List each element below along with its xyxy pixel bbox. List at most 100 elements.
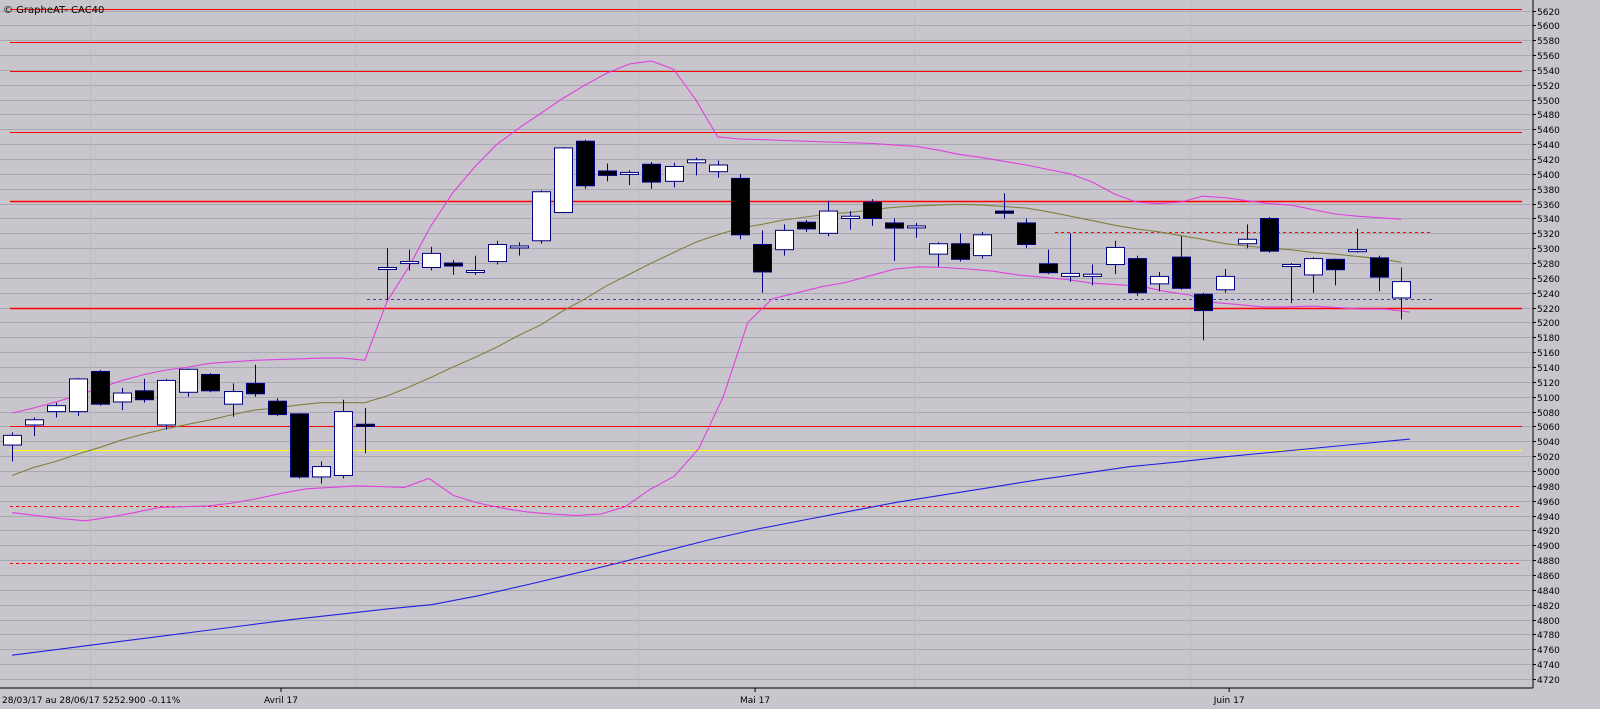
candle-body-up (179, 368, 198, 393)
y-tick-label: 5320 (1537, 230, 1560, 240)
candle-body-down (1260, 217, 1279, 252)
candle-body-up (1150, 275, 1169, 285)
y-tick-label: 4760 (1537, 646, 1560, 656)
candle-body-down (1017, 222, 1036, 245)
candle (91, 370, 110, 406)
candle-body-down (576, 140, 595, 187)
candle-body-up (312, 466, 331, 478)
candle-body-up (1392, 281, 1411, 299)
y-tick-label: 5220 (1537, 305, 1560, 315)
candlestick-chart: 4720 4740 4760 4780 4800 4820 4840 4860 4880 4900… (0, 0, 1600, 709)
candle-body-down (753, 243, 772, 273)
candle (201, 372, 220, 393)
y-tick-label: 5480 (1537, 111, 1560, 121)
y-tick-label: 5600 (1537, 22, 1560, 32)
y-tick-label: 5280 (1537, 260, 1560, 270)
candle-body-up (224, 391, 243, 405)
y-tick-label: 4980 (1537, 483, 1560, 493)
candle (69, 378, 88, 417)
candle-body-up (378, 267, 397, 271)
candle-body-up (25, 419, 44, 426)
y-tick-label: 5500 (1537, 97, 1560, 107)
candle-body-down (356, 423, 375, 427)
candle (334, 399, 353, 479)
y-tick-label: 4740 (1537, 661, 1560, 671)
y-tick-label: 5520 (1537, 82, 1560, 92)
candle-body-up (488, 243, 507, 263)
candle-body-up (532, 191, 551, 242)
y-tick-label: 5040 (1537, 438, 1560, 448)
candle (576, 139, 595, 189)
y-tick-label: 4900 (1537, 542, 1560, 552)
candle-body-down (246, 382, 265, 395)
candle (179, 368, 198, 397)
y-tick-label: 4960 (1537, 498, 1560, 508)
candle (290, 413, 309, 479)
candle-body-down (201, 373, 220, 392)
y-tick-label: 4800 (1537, 617, 1560, 627)
candle-body-down (1128, 258, 1147, 294)
candle-body-up (1216, 275, 1235, 291)
candle (731, 173, 750, 240)
candle-body-up (819, 210, 838, 234)
candle-body-down (135, 390, 154, 401)
candle-body-down (1326, 258, 1345, 271)
y-tick-label: 5420 (1537, 156, 1560, 166)
candle-body-up (929, 243, 948, 255)
y-tick-label: 5200 (1537, 319, 1560, 329)
month-label: Juin 17 (1213, 696, 1245, 706)
candle (973, 231, 992, 259)
candle-body-up (3, 434, 22, 446)
y-tick-label: 5140 (1537, 364, 1560, 374)
candle-body-up (1348, 249, 1367, 253)
y-tick-label: 5260 (1537, 275, 1560, 285)
y-tick-label: 4860 (1537, 572, 1560, 582)
candle-body-down (797, 221, 816, 230)
y-tick-label: 4720 (1537, 676, 1560, 686)
candle-body-up (665, 165, 684, 182)
candle-body-up (907, 225, 926, 229)
month-label: Avril 17 (264, 696, 298, 706)
candle-body-down (951, 243, 970, 260)
candle-body-down (91, 370, 110, 405)
candle-body-down (642, 163, 661, 183)
y-tick-label: 5160 (1537, 349, 1560, 359)
y-tick-label: 5180 (1537, 334, 1560, 344)
candle-body-up (510, 245, 529, 249)
candle (488, 240, 507, 265)
candle-body-down (290, 413, 309, 478)
candle-body-up (400, 261, 419, 265)
y-tick-label: 4840 (1537, 587, 1560, 597)
y-tick-label: 5440 (1537, 141, 1560, 151)
y-tick-label: 5560 (1537, 52, 1560, 62)
y-tick-label: 4820 (1537, 602, 1560, 612)
y-tick-label: 5540 (1537, 67, 1560, 77)
candle-body-down (1172, 256, 1191, 289)
candle-body-up (973, 234, 992, 257)
candle-body-up (709, 164, 728, 173)
y-tick-label: 5580 (1537, 37, 1560, 47)
y-tick-label: 4920 (1537, 527, 1560, 537)
y-tick-label: 4940 (1537, 513, 1560, 523)
candle (1260, 216, 1279, 253)
candle-body-up (422, 252, 441, 269)
candle-body-down (1370, 257, 1389, 278)
y-tick-label: 5460 (1537, 126, 1560, 136)
candle-body-up (1061, 272, 1080, 277)
candle-body-up (1282, 264, 1301, 268)
candle-body-up (1238, 238, 1257, 245)
candle-body-up (775, 229, 794, 251)
candle-body-up (47, 405, 66, 413)
y-tick-label: 5620 (1537, 8, 1560, 18)
candle-body-down (731, 177, 750, 236)
candle-body-up (554, 147, 573, 214)
candle-body-down (863, 201, 882, 219)
candle-body-up (1083, 273, 1102, 277)
candle-body-up (334, 411, 353, 476)
candle (268, 398, 287, 417)
candle-body-up (69, 378, 88, 413)
candle-body-down (1039, 263, 1058, 274)
candle-body-up (1106, 246, 1125, 266)
candle (554, 147, 573, 214)
chart-title: © GrapheAT- CAC40 (3, 5, 104, 16)
